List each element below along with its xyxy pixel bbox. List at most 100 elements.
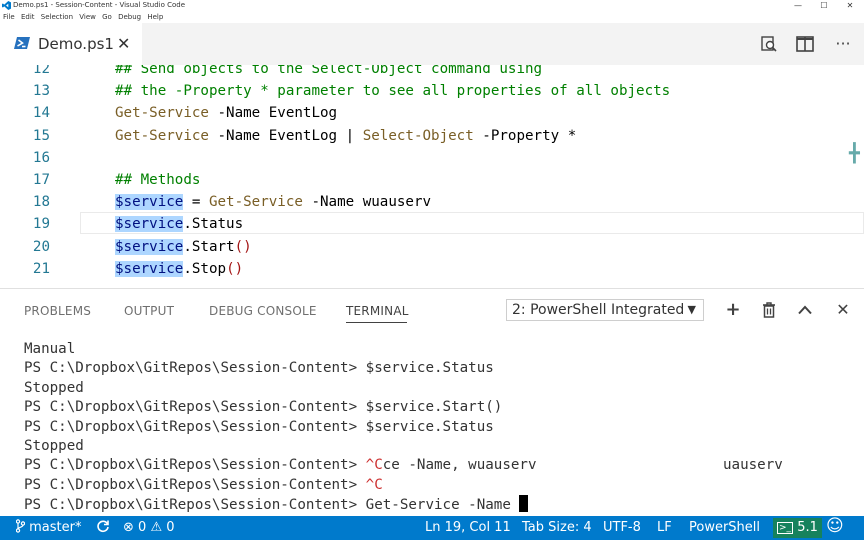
menu-go[interactable]: Go bbox=[102, 12, 112, 23]
code-token: ## the -Property * parameter to see all … bbox=[115, 83, 671, 100]
line-number: 20 bbox=[32, 238, 50, 255]
terminal-line: PS C:\Dropbox\GitRepos\Session-Content> … bbox=[24, 495, 529, 515]
code-line[interactable]: 18 $service = Get-Service -Name wuauserv bbox=[0, 191, 864, 213]
code-token: -Name wuauserv bbox=[302, 194, 432, 211]
code-token: Get-Service bbox=[208, 194, 303, 211]
language-mode[interactable]: PowerShell bbox=[689, 519, 760, 537]
code-token: .Start bbox=[183, 238, 235, 255]
warning-count: 0 bbox=[166, 520, 175, 535]
chevron-down-icon: ▼ bbox=[687, 303, 696, 316]
code-token: $service bbox=[115, 216, 184, 233]
line-number: 21 bbox=[32, 260, 50, 277]
terminal-select-value: 2: PowerShell Integrated bbox=[512, 302, 685, 318]
more-actions-icon[interactable]: ··· bbox=[832, 33, 854, 55]
maximize-button[interactable]: ☐ bbox=[810, 0, 838, 12]
terminal-line: PS C:\Dropbox\GitRepos\Session-Content> … bbox=[24, 476, 383, 495]
tab-demo-ps1[interactable]: Demo.ps1 ✕ bbox=[0, 23, 142, 65]
tab-debug-console[interactable]: DEBUG CONSOLE bbox=[209, 304, 317, 318]
trash-icon[interactable] bbox=[759, 299, 779, 321]
code-line[interactable]: 21 $service.Stop() bbox=[0, 258, 864, 280]
line-ending[interactable]: LF bbox=[657, 519, 672, 537]
line-number: 13 bbox=[32, 83, 50, 100]
close-window-button[interactable]: ✕ bbox=[836, 0, 864, 12]
new-terminal-button[interactable]: + bbox=[723, 299, 743, 321]
powershell-version[interactable]: >_ 5.1 bbox=[773, 518, 822, 538]
code-token: () bbox=[234, 238, 252, 255]
menu-bar: File Edit Selection View Go Debug Help bbox=[0, 12, 864, 23]
code-text: Get-Service -Name EventLog | Select-Obje… bbox=[115, 125, 576, 147]
window-title: Demo.ps1 - Session-Content - Visual Stud… bbox=[13, 1, 186, 9]
menu-help[interactable]: Help bbox=[147, 12, 163, 23]
code-line[interactable]: 20 $service.Start() bbox=[0, 236, 864, 258]
line-number: 12 bbox=[32, 65, 50, 77]
maximize-panel-icon[interactable] bbox=[795, 299, 815, 321]
menu-file[interactable]: File bbox=[3, 12, 15, 23]
smiley-icon[interactable]: ☺ bbox=[826, 517, 844, 535]
terminal-text: PS C:\Dropbox\GitRepos\Session-Content> bbox=[24, 457, 366, 474]
editor-tab-bar: Demo.ps1 ✕ ··· bbox=[0, 23, 864, 65]
terminal-select[interactable]: 2: PowerShell Integrated ▼ bbox=[506, 299, 704, 321]
code-text: $service = Get-Service -Name wuauserv bbox=[115, 191, 431, 213]
git-branch[interactable]: master* bbox=[15, 519, 82, 537]
terminal-text: Stopped bbox=[24, 438, 84, 454]
menu-debug[interactable]: Debug bbox=[118, 12, 141, 23]
line-number: 14 bbox=[32, 105, 50, 122]
menu-edit[interactable]: Edit bbox=[21, 12, 35, 23]
branch-name: master* bbox=[29, 520, 82, 535]
vscode-logo-icon bbox=[2, 1, 11, 10]
terminal-text: ^C bbox=[365, 476, 383, 493]
line-number: 19 bbox=[32, 216, 50, 233]
active-tab-indicator bbox=[346, 322, 407, 323]
line-number: 15 bbox=[32, 127, 50, 144]
minimize-button[interactable]: — bbox=[784, 0, 812, 12]
tab-output[interactable]: OUTPUT bbox=[124, 304, 174, 318]
code-line[interactable]: 14 Get-Service -Name EventLog bbox=[0, 102, 864, 124]
code-token: = bbox=[183, 194, 209, 211]
menu-view[interactable]: View bbox=[79, 12, 96, 23]
tab-problems[interactable]: PROBLEMS bbox=[24, 304, 91, 318]
code-token: -Name EventLog bbox=[208, 105, 338, 122]
code-line[interactable]: 16 bbox=[0, 147, 864, 169]
close-panel-icon[interactable]: ✕ bbox=[833, 299, 853, 321]
status-bar: master* ⊗ 0 ⚠ 0 Ln 19, Col 11 Tab Size: … bbox=[0, 516, 864, 540]
code-token: .Stop bbox=[183, 260, 227, 277]
encoding[interactable]: UTF-8 bbox=[603, 519, 641, 537]
code-line[interactable]: 13 ## the -Property * parameter to see al… bbox=[0, 80, 864, 102]
scrollbar-marker: ╋ bbox=[849, 143, 860, 164]
tab-label: Demo.ps1 bbox=[38, 35, 114, 53]
terminal-text: PS C:\Dropbox\GitRepos\Session-Content> bbox=[24, 476, 366, 493]
code-text: ## Send objects to the Select-Object com… bbox=[115, 65, 542, 80]
version-text: 5.1 bbox=[797, 520, 818, 535]
sync-icon[interactable] bbox=[96, 519, 110, 537]
code-line[interactable]: 15 Get-Service -Name EventLog | Select-Ob… bbox=[0, 125, 864, 147]
close-tab-icon[interactable]: ✕ bbox=[117, 34, 130, 53]
terminal-text: PS C:\Dropbox\GitRepos\Session-Content> … bbox=[24, 399, 503, 416]
problems-indicator[interactable]: ⊗ 0 ⚠ 0 bbox=[123, 519, 175, 537]
code-line[interactable]: 17 ## Methods bbox=[0, 169, 864, 191]
code-text: $service.Start() bbox=[115, 236, 252, 258]
terminal-line: Stopped bbox=[24, 437, 84, 456]
tab-terminal[interactable]: TERMINAL bbox=[346, 304, 409, 318]
line-number: 16 bbox=[32, 149, 50, 166]
terminal-text: Stopped bbox=[24, 379, 84, 396]
terminal-cursor bbox=[519, 495, 529, 513]
code-token: () bbox=[226, 260, 244, 277]
code-line[interactable]: 19 $service.Status bbox=[0, 213, 864, 235]
menu-selection[interactable]: Selection bbox=[41, 12, 73, 23]
open-preview-icon[interactable] bbox=[758, 33, 780, 55]
code-editor[interactable]: 12 ## Send objects to the Select-Object c… bbox=[0, 65, 864, 288]
code-token: $service bbox=[115, 260, 184, 277]
terminal-text: ^C bbox=[365, 457, 383, 474]
code-token: Select-Object bbox=[362, 127, 474, 144]
code-text: $service.Status bbox=[115, 213, 243, 235]
cursor-position[interactable]: Ln 19, Col 11 bbox=[425, 519, 511, 537]
code-text: ## Methods bbox=[115, 169, 200, 191]
code-line[interactable]: 12 ## Send objects to the Select-Object c… bbox=[0, 65, 864, 80]
terminal-text-fragment: uauserv bbox=[723, 457, 783, 474]
line-number: 18 bbox=[32, 194, 50, 211]
terminal-line: PS C:\Dropbox\GitRepos\Session-Content> … bbox=[24, 398, 502, 417]
tab-size[interactable]: Tab Size: 4 bbox=[522, 519, 592, 537]
code-token: ## Send objects to the Select-Object com… bbox=[115, 65, 543, 77]
terminal-line: PS C:\Dropbox\GitRepos\Session-Content> … bbox=[24, 418, 494, 437]
split-editor-icon[interactable] bbox=[794, 33, 816, 55]
